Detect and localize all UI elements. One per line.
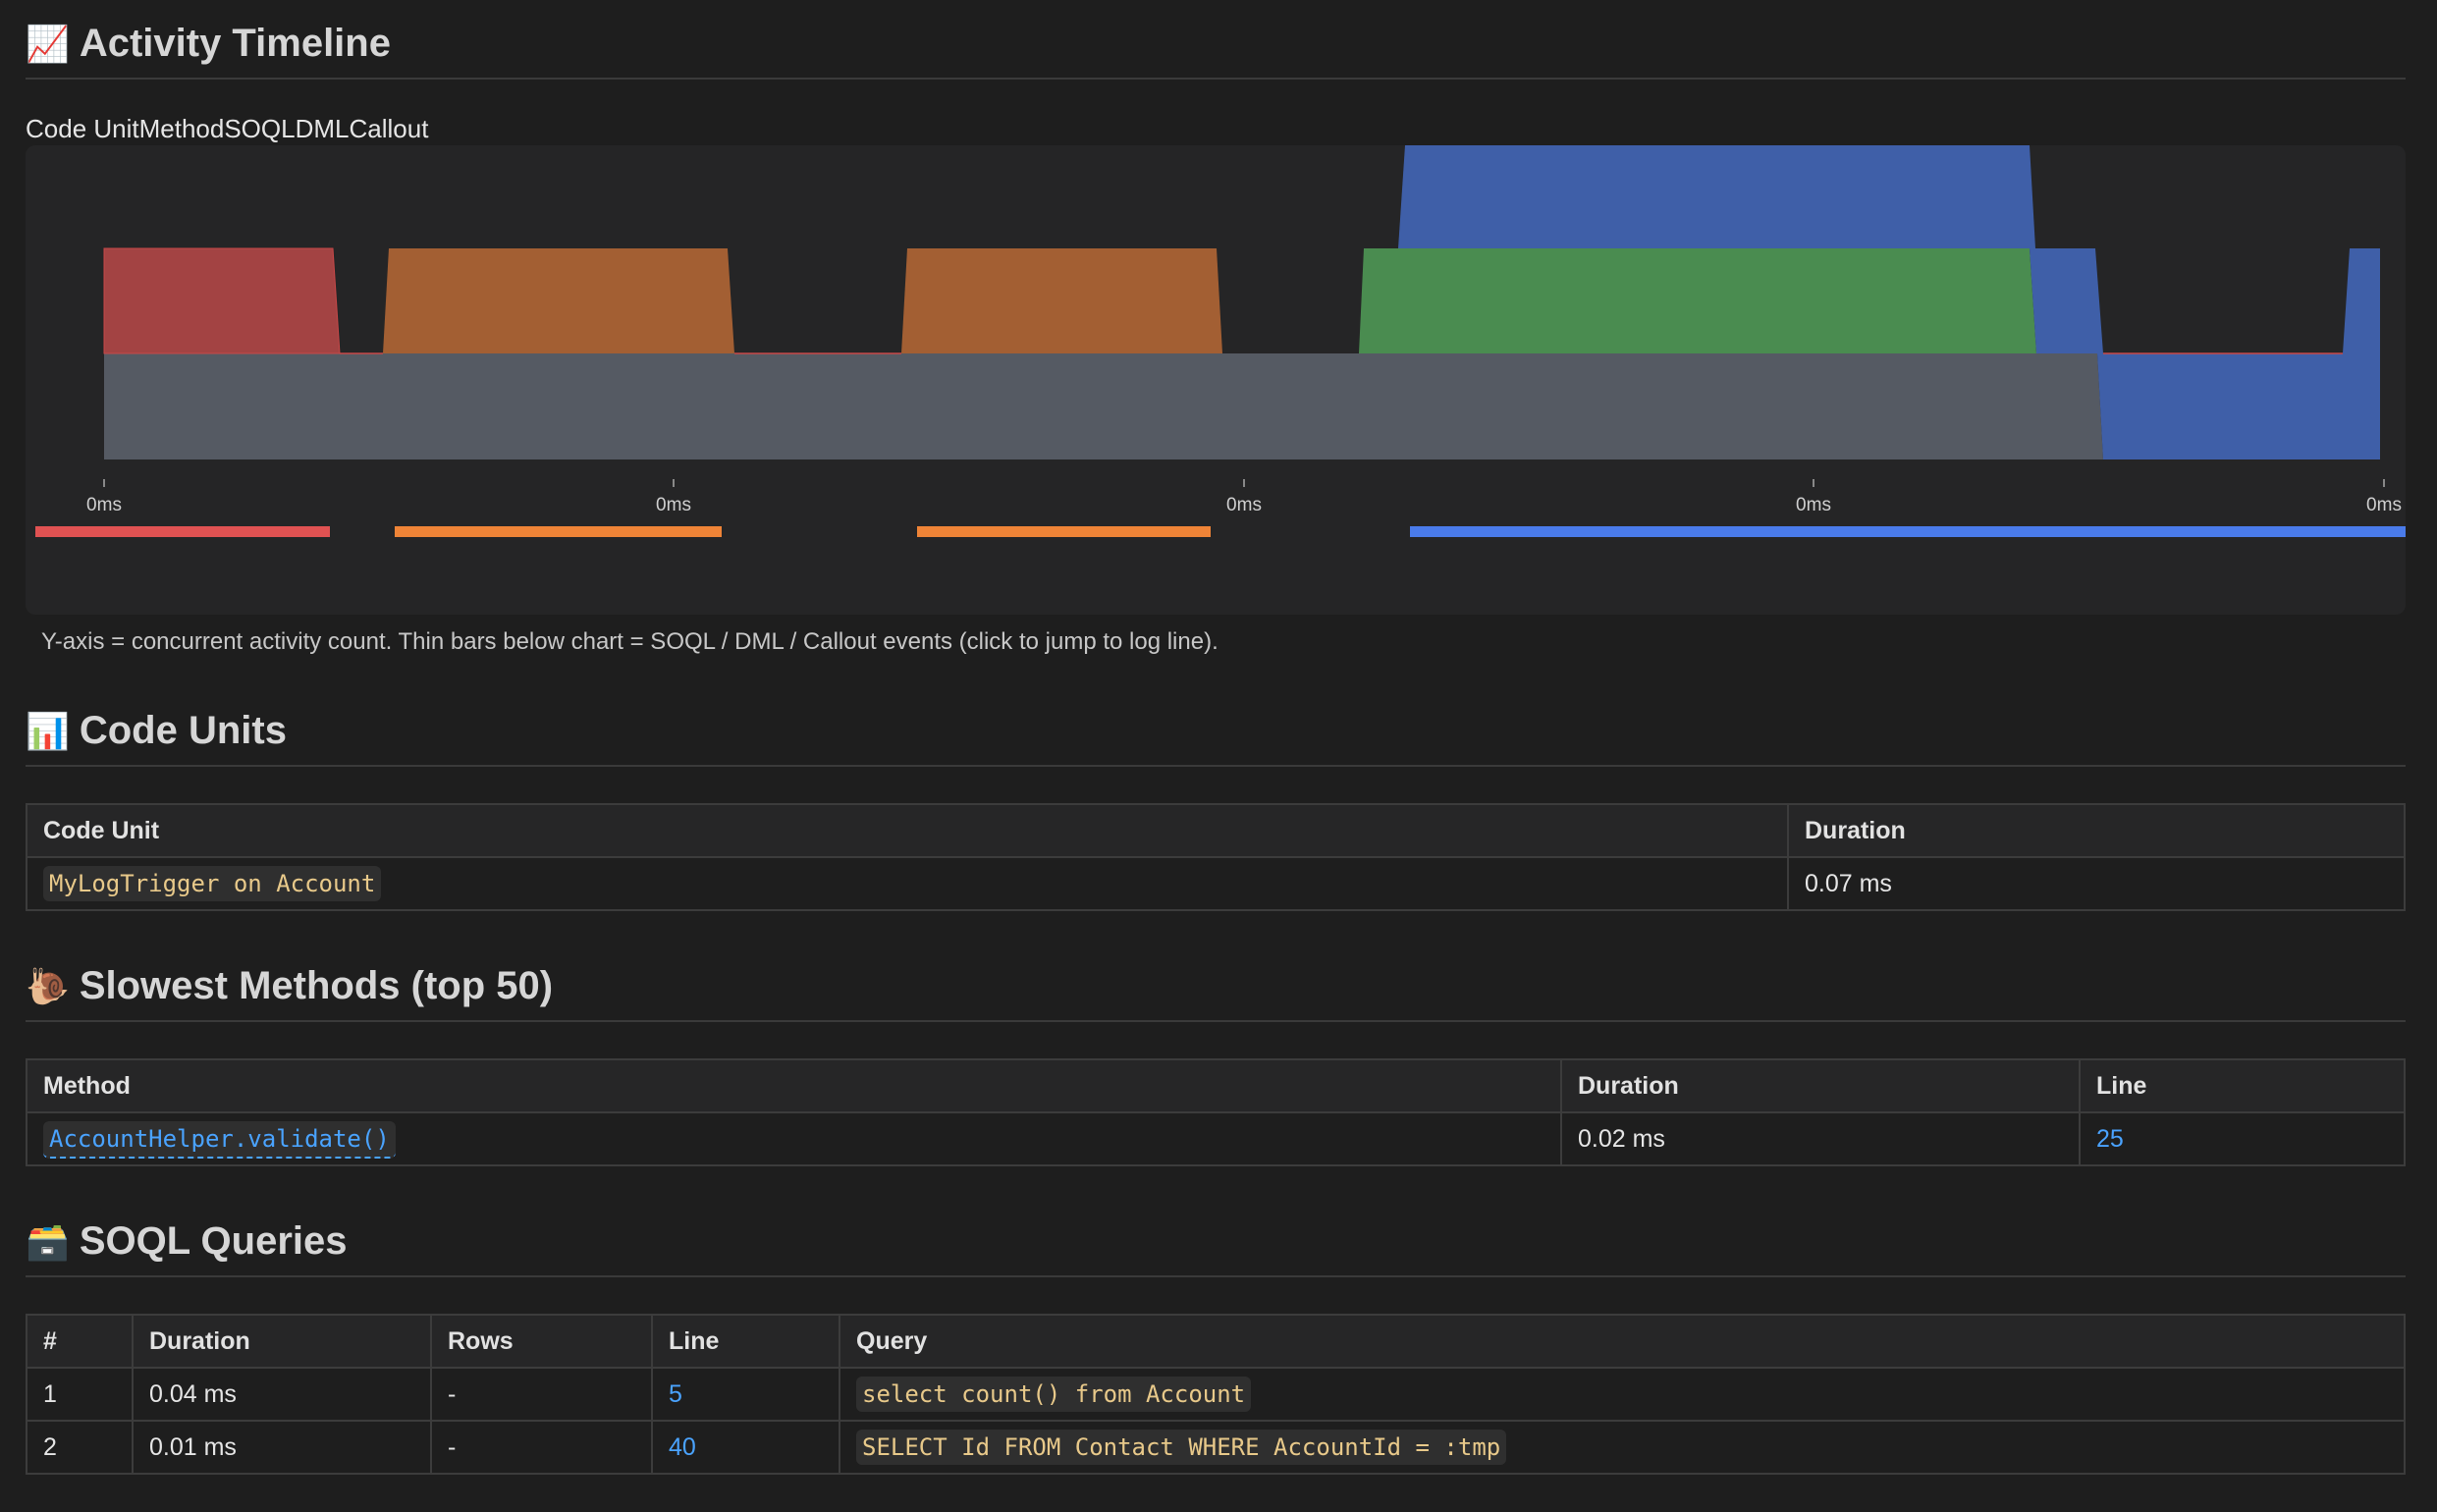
code-unit-name: MyLogTrigger on Account	[43, 865, 382, 901]
code-units-table: Code Unit Duration MyLogTrigger on Accou…	[26, 803, 2406, 911]
line-link[interactable]: 40	[669, 1433, 696, 1461]
code-unit-area	[104, 353, 2103, 459]
code-units-heading: 📊 Code Units	[26, 709, 2406, 767]
column-header: Code Unit	[26, 803, 1789, 858]
method-cell: AccountHelper.validate()	[26, 1111, 1562, 1166]
timeline-svg: 0ms 0ms 0ms 0ms 0ms	[35, 145, 2406, 537]
method-link[interactable]: AccountHelper.validate()	[43, 1120, 396, 1159]
x-tick-label: 0ms	[86, 495, 122, 515]
row-number-cell: 1	[26, 1367, 134, 1422]
x-tick-label: 0ms	[1226, 495, 1262, 515]
x-tick-label: 0ms	[2366, 495, 2402, 515]
event-bar-soql-3[interactable]	[917, 526, 1211, 537]
line-link[interactable]: 5	[669, 1380, 682, 1408]
chart-increasing-icon: 📈	[26, 23, 70, 64]
event-bar-soql-2[interactable]	[395, 526, 722, 537]
duration-cell: 0.04 ms	[132, 1367, 432, 1422]
query-cell: SELECT Id FROM Contact WHERE AccountId =…	[839, 1420, 2406, 1475]
row-number-cell: 2	[26, 1420, 134, 1475]
slowest-methods-title: Slowest Methods (top 50)	[79, 964, 554, 1007]
column-header: Method	[26, 1058, 1562, 1113]
slowest-methods-table: Method Duration Line AccountHelper.valid…	[26, 1058, 2406, 1166]
column-header: #	[26, 1314, 134, 1369]
snail-icon: 🐌	[26, 965, 70, 1006]
callout-area-top	[1398, 145, 2035, 248]
column-header: Duration	[132, 1314, 432, 1369]
table-row: AccountHelper.validate() 0.02 ms 25	[26, 1111, 2406, 1166]
query-cell: select count() from Account	[839, 1367, 2406, 1422]
activity-timeline-title: Activity Timeline	[79, 22, 391, 65]
method-area-red	[103, 247, 341, 354]
event-bar-callout[interactable]	[1410, 526, 2406, 537]
query-text: SELECT Id FROM Contact WHERE AccountId =…	[856, 1429, 1507, 1465]
soql-queries-title: SOQL Queries	[79, 1219, 348, 1263]
method-area-green	[1359, 248, 2036, 353]
column-header: Rows	[430, 1314, 653, 1369]
timeline-note: Y-axis = concurrent activity count. Thin…	[41, 628, 1218, 655]
soql-queries-heading: 🗃️ SOQL Queries	[26, 1219, 2406, 1277]
rows-cell: -	[430, 1367, 653, 1422]
duration-cell: 0.07 ms	[1787, 856, 2406, 911]
soql-queries-table: # Duration Rows Line Query 1 0.04 ms - 5…	[26, 1314, 2406, 1475]
activity-timeline-heading: 📈 Activity Timeline	[26, 22, 2406, 80]
x-tick-label: 0ms	[1796, 495, 1831, 515]
table-header-row: Code Unit Duration	[26, 803, 2406, 858]
column-header: Duration	[1787, 803, 2406, 858]
slowest-methods-heading: 🐌 Slowest Methods (top 50)	[26, 964, 2406, 1022]
column-header: Line	[2079, 1058, 2406, 1113]
line-cell: 25	[2079, 1111, 2406, 1166]
rows-cell: -	[430, 1420, 653, 1475]
query-text: select count() from Account	[856, 1376, 1252, 1412]
code-unit-cell: MyLogTrigger on Account	[26, 856, 1789, 911]
activity-timeline-chart: 0ms 0ms 0ms 0ms 0ms	[26, 145, 2406, 615]
duration-cell: 0.02 ms	[1560, 1111, 2081, 1166]
line-cell: 40	[651, 1420, 840, 1475]
event-bar-soql-1[interactable]	[35, 526, 330, 537]
x-tick-label: 0ms	[656, 495, 691, 515]
timeline-legend: Code UnitMethodSOQLDMLCallout	[26, 114, 429, 143]
table-row: 2 0.01 ms - 40 SELECT Id FROM Contact WH…	[26, 1420, 2406, 1475]
x-axis: 0ms 0ms 0ms 0ms 0ms	[86, 479, 2402, 515]
card-file-box-icon: 🗃️	[26, 1220, 70, 1262]
column-header: Duration	[1560, 1058, 2081, 1113]
column-header: Query	[839, 1314, 2406, 1369]
method-area-orange-1	[383, 248, 734, 353]
table-header-row: # Duration Rows Line Query	[26, 1314, 2406, 1369]
column-header: Line	[651, 1314, 840, 1369]
method-area-orange-2	[901, 248, 1222, 353]
table-row: 1 0.04 ms - 5 select count() from Accoun…	[26, 1367, 2406, 1422]
table-header-row: Method Duration Line	[26, 1058, 2406, 1113]
line-cell: 5	[651, 1367, 840, 1422]
duration-cell: 0.01 ms	[132, 1420, 432, 1475]
line-link[interactable]: 25	[2096, 1125, 2124, 1153]
table-row: MyLogTrigger on Account 0.07 ms	[26, 856, 2406, 911]
bar-chart-icon: 📊	[26, 710, 70, 751]
code-units-title: Code Units	[79, 709, 287, 752]
